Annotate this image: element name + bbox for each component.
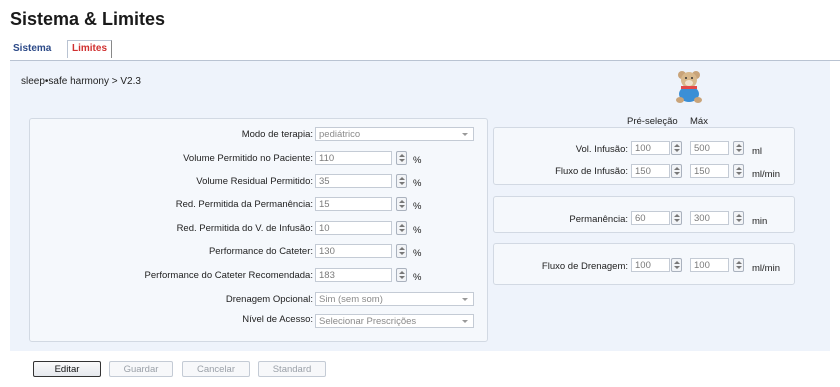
tab-sistema[interactable]: Sistema: [13, 43, 51, 54]
optional-drainage-value: Sim (sem som): [319, 294, 383, 305]
field-label: Volume Residual Permitido:: [196, 176, 313, 187]
optional-drainage-select[interactable]: Sim (sem som): [315, 292, 474, 306]
field-label: Red. Permitida do V. de Infusão:: [176, 223, 313, 234]
spinner-icon[interactable]: [671, 211, 682, 225]
optional-drainage-label: Drenagem Opcional:: [225, 294, 313, 305]
spinner-icon[interactable]: [396, 268, 407, 282]
therapy-mode-select[interactable]: pediátrico: [315, 127, 474, 141]
spinner-icon[interactable]: [733, 211, 744, 225]
field-label: Performance do Cateter:: [208, 246, 313, 257]
spinner-icon[interactable]: [396, 197, 407, 211]
spinner-icon[interactable]: [733, 141, 744, 155]
edit-button[interactable]: Editar: [33, 361, 101, 377]
spinner-icon[interactable]: [671, 141, 682, 155]
spinner-icon[interactable]: [396, 244, 407, 258]
page-title: Sistema & Limites: [10, 9, 166, 29]
breadcrumb: sleep•safe harmony > V2.3: [21, 76, 141, 87]
access-level-label: Nível de Acesso:: [242, 314, 313, 325]
infusion-volume-label: Vol. Infusão:: [575, 144, 628, 155]
tab-limites[interactable]: Limites: [67, 40, 113, 58]
chevron-down-icon: [462, 298, 468, 301]
spinner-icon[interactable]: [396, 174, 407, 188]
unit-label: ml/min: [752, 169, 780, 180]
spinner-icon[interactable]: [671, 164, 682, 178]
dwell-preselect-input[interactable]: 60: [631, 211, 670, 225]
drain-flow-preselect-input[interactable]: 100: [631, 258, 670, 272]
tab-bar: Sistema Limites: [10, 40, 840, 61]
infusion-volume-preselect-input[interactable]: 100: [631, 141, 670, 155]
therapy-mode-label: Modo de terapia:: [241, 129, 313, 140]
access-level-value: Selecionar Prescrições: [319, 316, 417, 327]
preselection-header: Pré-seleção: [627, 116, 678, 127]
infusion-flow-label: Fluxo de Infusão:: [555, 166, 628, 177]
cancel-button[interactable]: Cancelar: [182, 361, 250, 377]
unit-label: %: [413, 248, 422, 259]
recommended-catheter-performance-input[interactable]: 183: [315, 268, 392, 282]
catheter-performance-input[interactable]: 130: [315, 244, 392, 258]
chevron-down-icon: [462, 133, 468, 136]
field-label: Performance do Cateter Recomendada:: [144, 270, 313, 281]
spinner-icon[interactable]: [733, 164, 744, 178]
unit-label: %: [413, 178, 422, 189]
residual-volume-input[interactable]: 35: [315, 174, 392, 188]
infusion-flow-max-input[interactable]: 150: [690, 164, 729, 178]
field-label: Red. Permitida da Permanência:: [175, 199, 313, 210]
infusion-volume-max-input[interactable]: 500: [690, 141, 729, 155]
unit-label: ml/min: [752, 263, 780, 274]
unit-label: ml: [752, 146, 763, 157]
infusion-reduction-input[interactable]: 10: [315, 221, 392, 235]
drain-flow-label: Fluxo de Drenagem:: [541, 261, 628, 272]
unit-label: %: [413, 225, 422, 236]
chevron-down-icon: [462, 320, 468, 323]
therapy-mode-value: pediátrico: [319, 129, 361, 140]
save-button[interactable]: Guardar: [109, 361, 173, 377]
max-header: Máx: [690, 116, 708, 127]
spinner-icon[interactable]: [671, 258, 682, 272]
unit-label: min: [752, 216, 768, 227]
unit-label: %: [413, 272, 422, 283]
dwell-reduction-input[interactable]: 15: [315, 197, 392, 211]
unit-label: %: [413, 201, 422, 212]
standard-button[interactable]: Standard: [258, 361, 326, 377]
dwell-max-input[interactable]: 300: [690, 211, 729, 225]
spinner-icon[interactable]: [733, 258, 744, 272]
field-label: Volume Permitido no Paciente:: [183, 153, 313, 164]
dwell-label: Permanência:: [569, 214, 628, 225]
teddy-bear-icon: [676, 71, 702, 103]
drain-flow-max-input[interactable]: 100: [690, 258, 729, 272]
spinner-icon[interactable]: [396, 151, 407, 165]
access-level-select[interactable]: Selecionar Prescrições: [315, 314, 474, 328]
unit-label: %: [413, 155, 422, 166]
patient-volume-input[interactable]: 110: [315, 151, 392, 165]
infusion-flow-preselect-input[interactable]: 150: [631, 164, 670, 178]
spinner-icon[interactable]: [396, 221, 407, 235]
